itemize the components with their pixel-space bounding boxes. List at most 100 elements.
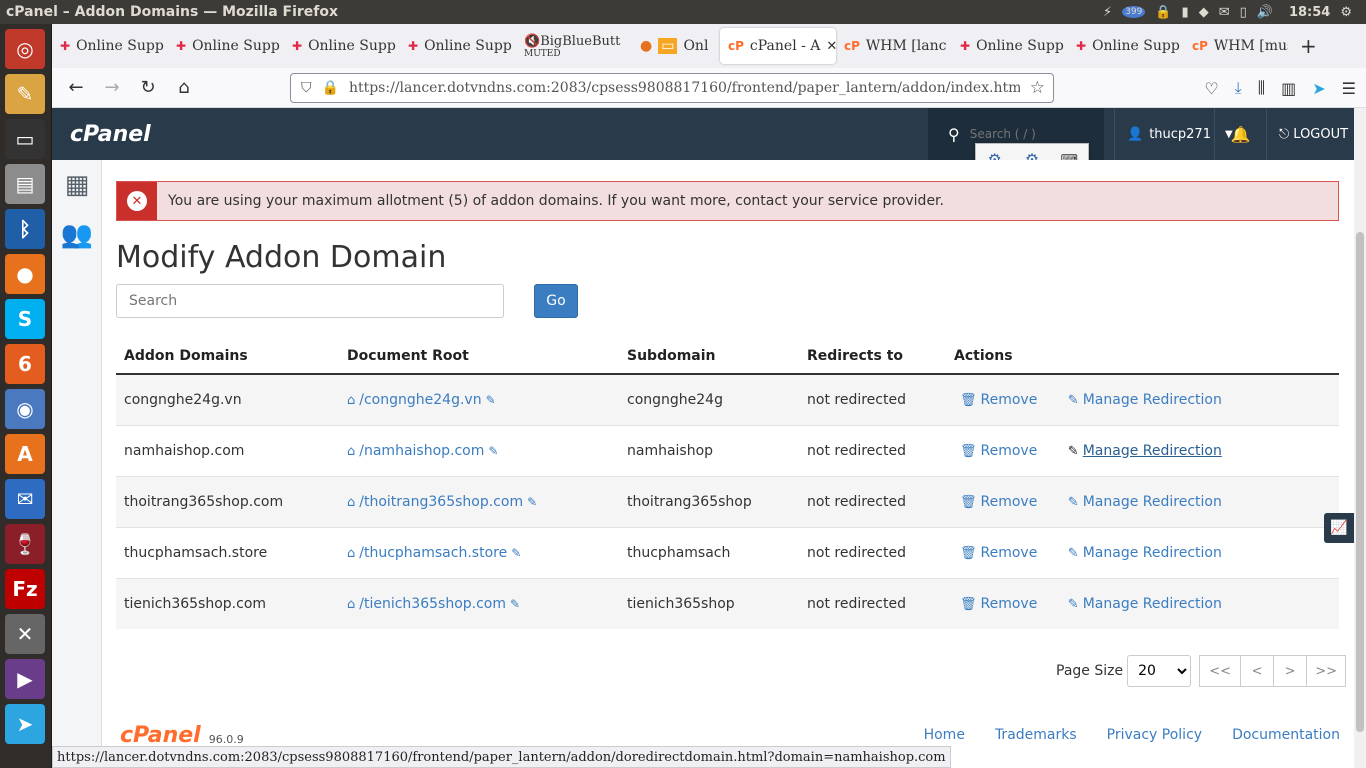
- url-text[interactable]: https://lancer.dotvndns.com:2083/cpsess9…: [349, 80, 1020, 96]
- browser-tab[interactable]: ✚ Online Supp: [284, 28, 400, 64]
- filezilla-icon[interactable]: Fz: [5, 569, 45, 609]
- page-size-select[interactable]: 20: [1127, 655, 1192, 687]
- network-icon[interactable]: ⚡: [1103, 5, 1112, 20]
- browser-tab[interactable]: ✚ Online Supp: [1068, 28, 1184, 64]
- footer-link-documentation[interactable]: Documentation: [1232, 727, 1340, 743]
- shield-icon[interactable]: ⛉: [301, 80, 312, 96]
- app-store-icon[interactable]: A: [5, 434, 45, 474]
- mail-icon[interactable]: ✉: [1219, 5, 1230, 20]
- manage-redirection-link[interactable]: ✎ Manage Redirection: [1068, 392, 1222, 408]
- go-button[interactable]: Go: [534, 284, 578, 318]
- header-addon-domains[interactable]: Addon Domains: [116, 338, 339, 375]
- header-subdomain[interactable]: Subdomain: [619, 338, 799, 375]
- app-indicator-icon[interactable]: ◆: [1199, 5, 1209, 20]
- page-scrollbar[interactable]: [1354, 108, 1366, 768]
- browser-tab[interactable]: cP WHM [lanc: [836, 28, 952, 64]
- manage-redirection-link[interactable]: ✎ Manage Redirection: [1068, 494, 1222, 510]
- tools-icon[interactable]: ✕: [5, 614, 45, 654]
- remove-link[interactable]: 🗑 Remove: [960, 545, 1037, 561]
- terminal-icon[interactable]: ▭: [5, 119, 45, 159]
- url-bar[interactable]: ⛉ 🔒 https://lancer.dotvndns.com:2083/cps…: [290, 73, 1054, 103]
- bluetooth-app-icon[interactable]: ᛒ: [5, 209, 45, 249]
- flame-app-icon[interactable]: 6: [5, 344, 45, 384]
- library-icon[interactable]: ⫼: [1258, 78, 1265, 98]
- chromium-icon[interactable]: ◉: [5, 389, 45, 429]
- skype-icon[interactable]: S: [5, 299, 45, 339]
- next-page-button[interactable]: >: [1273, 655, 1308, 687]
- pencil-icon: ✎: [1067, 545, 1079, 561]
- lock-icon[interactable]: 🔒: [322, 80, 339, 96]
- battery-icon[interactable]: ▯: [1240, 5, 1247, 20]
- home-icon[interactable]: ⌂: [166, 77, 202, 98]
- notification-badge[interactable]: 399: [1122, 6, 1146, 18]
- document-root-link[interactable]: ⌂/congnghe24g.vn ✎: [347, 392, 496, 408]
- sidebar-icon[interactable]: ▥: [1281, 79, 1296, 98]
- pencil-icon[interactable]: ✎: [486, 393, 496, 407]
- text-editor-icon[interactable]: ✎: [5, 74, 45, 114]
- remove-link[interactable]: 🗑 Remove: [960, 494, 1037, 510]
- manage-redirection-link[interactable]: ✎ Manage Redirection: [1068, 443, 1222, 459]
- browser-tab[interactable]: ✚ Online Supp: [952, 28, 1068, 64]
- scrollbar-thumb[interactable]: [1356, 232, 1364, 732]
- bookmark-star-icon[interactable]: ☆: [1030, 78, 1053, 98]
- header-redirects-to[interactable]: Redirects to: [799, 338, 946, 375]
- footer-link-home[interactable]: Home: [924, 727, 965, 743]
- reload-icon[interactable]: ↻: [130, 77, 166, 98]
- thunderbird-icon[interactable]: ✉: [5, 479, 45, 519]
- remove-link[interactable]: 🗑 Remove: [960, 443, 1037, 459]
- browser-tab[interactable]: cP WHM [mus: [1184, 28, 1288, 64]
- domain-search-input[interactable]: [116, 284, 504, 318]
- clock[interactable]: 18:54: [1289, 5, 1330, 20]
- close-tab-icon[interactable]: ✕: [826, 39, 836, 54]
- files-icon[interactable]: ▤: [5, 164, 45, 204]
- logout-button[interactable]: ⎋ LOGOUT: [1266, 108, 1354, 160]
- pencil-icon[interactable]: ✎: [488, 444, 498, 458]
- firefox-icon[interactable]: ●: [5, 254, 45, 294]
- pocket-icon[interactable]: ♡: [1204, 79, 1218, 98]
- wine-icon[interactable]: 🍷: [5, 524, 45, 564]
- grid-apps-icon[interactable]: ▦: [52, 160, 102, 210]
- remove-link[interactable]: 🗑 Remove: [960, 596, 1037, 612]
- browser-tab[interactable]: ✚ Online Supp: [52, 28, 168, 64]
- footer-link-privacy-policy[interactable]: Privacy Policy: [1107, 727, 1202, 743]
- pencil-icon[interactable]: ✎: [527, 495, 537, 509]
- browser-tab-active[interactable]: cP cPanel - A ✕: [720, 28, 836, 64]
- volume-icon[interactable]: 🔊: [1257, 5, 1273, 20]
- document-root-link[interactable]: ⌂/thucphamsach.store ✎: [347, 545, 521, 561]
- cpanel-logo[interactable]: cPanel: [70, 122, 151, 147]
- first-page-button[interactable]: <<: [1199, 655, 1242, 687]
- prev-page-button[interactable]: <: [1240, 655, 1275, 687]
- browser-tab[interactable]: ● ▭ Onl: [632, 28, 720, 64]
- signal-icon[interactable]: ▮: [1182, 5, 1189, 20]
- last-page-button[interactable]: >>: [1306, 655, 1347, 687]
- ubuntu-icon[interactable]: ◎: [5, 29, 45, 69]
- browser-tab[interactable]: ✚ Online Supp: [400, 28, 516, 64]
- media-icon[interactable]: ▶: [5, 659, 45, 699]
- browser-tab[interactable]: ✚ Online Supp: [168, 28, 284, 64]
- telegram-icon[interactable]: ➤: [5, 704, 45, 744]
- forward-arrow-icon[interactable]: →: [94, 77, 130, 98]
- menu-icon[interactable]: ☰: [1342, 79, 1356, 98]
- document-root-link[interactable]: ⌂/tienich365shop.com ✎: [347, 596, 520, 612]
- lock-icon[interactable]: 🔒: [1155, 5, 1171, 20]
- header-document-root[interactable]: Document Root: [339, 338, 619, 375]
- back-arrow-icon[interactable]: ←: [58, 77, 94, 98]
- stats-chart-icon[interactable]: 📈: [1324, 513, 1354, 543]
- manage-redirection-link[interactable]: ✎ Manage Redirection: [1068, 596, 1222, 612]
- new-tab-button[interactable]: +: [1288, 34, 1329, 58]
- browser-tab[interactable]: 🔇BigBlueButt MUTED: [516, 28, 632, 64]
- notifications-bell-icon[interactable]: 🔔: [1214, 108, 1266, 160]
- users-group-icon[interactable]: 👥: [52, 210, 102, 260]
- settings-gear-icon[interactable]: ⚙: [1340, 5, 1352, 20]
- document-root-link[interactable]: ⌂/thoitrang365shop.com ✎: [347, 494, 537, 510]
- footer-link-trademarks[interactable]: Trademarks: [995, 727, 1077, 743]
- telegram-extension-icon[interactable]: ➤: [1312, 79, 1325, 98]
- pencil-icon[interactable]: ✎: [510, 597, 520, 611]
- user-menu[interactable]: 👤 thucp271 ▼: [1114, 108, 1233, 160]
- cpanel-search-input[interactable]: [969, 127, 1090, 141]
- manage-redirection-link[interactable]: ✎ Manage Redirection: [1068, 545, 1222, 561]
- document-root-link[interactable]: ⌂/namhaishop.com ✎: [347, 443, 498, 459]
- downloads-icon[interactable]: ⤓: [1235, 78, 1242, 98]
- pencil-icon[interactable]: ✎: [511, 546, 521, 560]
- remove-link[interactable]: 🗑 Remove: [960, 392, 1037, 408]
